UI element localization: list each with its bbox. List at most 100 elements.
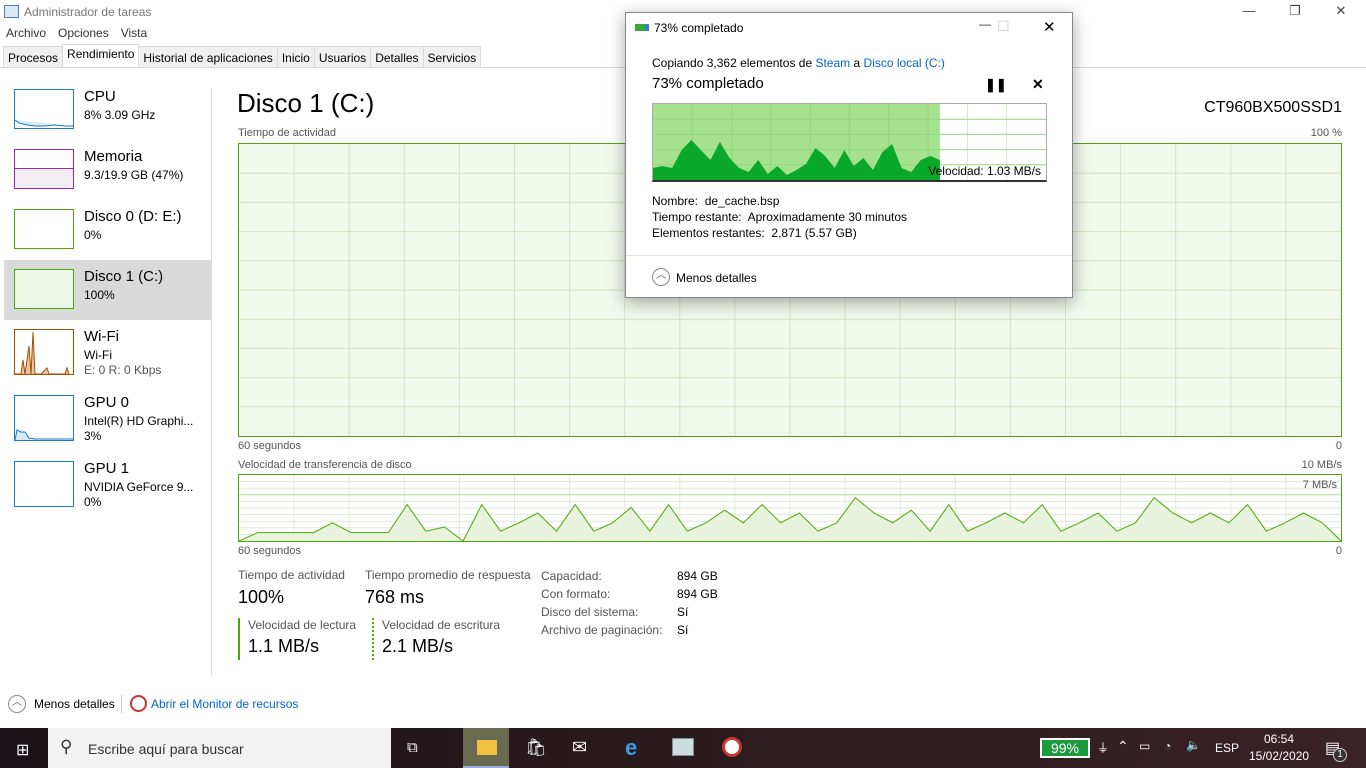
dialog-minimize-button[interactable]: —: [979, 17, 991, 31]
chevron-up-icon[interactable]: ⌃: [1117, 738, 1129, 755]
clock-date[interactable]: 15/02/2020: [1249, 749, 1309, 763]
restore-button[interactable]: ❐: [1272, 0, 1318, 24]
open-resource-monitor-link[interactable]: Abrir el Monitor de recursos: [151, 697, 298, 711]
cancel-copy-button[interactable]: ✕: [1032, 76, 1044, 93]
task-manager-icon: [4, 5, 19, 18]
write-speed-value: 2.1 MB/s: [382, 636, 454, 656]
prop-value: Sí: [677, 605, 689, 619]
tab-procesos[interactable]: Procesos: [3, 46, 64, 68]
disk-properties: Capacidad: 894 GB Con formato: 894 GB Disc…: [541, 567, 718, 639]
less-details-button[interactable]: Menos detalles: [34, 697, 115, 711]
sidebar-item-disco-1[interactable]: Disco 1 (C:) 100%: [4, 260, 212, 320]
disk1-thumbnail: [14, 269, 74, 309]
dialog-less-details-button[interactable]: Menos detalles: [676, 271, 757, 285]
sidebar-item-label: GPU 0: [84, 394, 130, 411]
tab-inicio[interactable]: Inicio: [276, 46, 315, 68]
progress-heading: 73% completado: [652, 75, 764, 92]
read-speed-label: Velocidad de lectura: [248, 618, 357, 632]
sidebar-item-wifi[interactable]: Wi-Fi Wi-Fi E: 0 R: 0 Kbps: [4, 320, 212, 386]
sidebar-item-value: 0%: [84, 228, 102, 242]
clock-time[interactable]: 06:54: [1264, 732, 1294, 746]
prop-value: 894 GB: [677, 587, 718, 601]
sidebar-item-label: Disco 0 (D: E:): [84, 208, 182, 225]
sidebar-item-value: 100%: [84, 288, 115, 302]
language-indicator[interactable]: ESP: [1215, 741, 1239, 755]
activity-stat-label: Tiempo de actividad: [238, 568, 345, 582]
sidebar-item-value: Intel(R) HD Graphi... 3%: [84, 414, 194, 443]
tab-detalles[interactable]: Detalles: [370, 46, 424, 68]
task-manager-taskbar-icon[interactable]: [672, 738, 694, 756]
tab-rendimiento[interactable]: Rendimiento: [62, 44, 140, 68]
activity-time-left: 60 segundos: [238, 440, 301, 452]
transfer-chart-label: Velocidad de transferencia de disco: [238, 459, 412, 471]
search-placeholder: Escribe aquí para buscar: [88, 741, 244, 757]
sidebar-item-gpu-1[interactable]: GPU 1 NVIDIA GeForce 9... 0%: [4, 452, 212, 518]
wifi-icon[interactable]: ◔: [1164, 739, 1171, 753]
prop-label: Archivo de paginación:: [541, 623, 663, 637]
copy-middle: a: [850, 56, 864, 70]
chevron-up-icon[interactable]: ︿: [8, 695, 26, 713]
sidebar: CPU 8% 3.09 GHz Memoria 9.3/19.9 GB (47%) …: [0, 80, 212, 518]
tab-bar: Procesos Rendimiento Historial de aplica…: [3, 44, 482, 68]
file-explorer-button[interactable]: [463, 728, 509, 768]
chevron-up-icon[interactable]: ︿: [652, 268, 670, 286]
mail-icon[interactable]: ✉: [572, 737, 587, 758]
battery-indicator[interactable]: 99%: [1040, 738, 1090, 758]
destination-link[interactable]: Disco local (C:): [863, 56, 944, 70]
window-title: Administrador de tareas: [24, 5, 152, 19]
speed-label: Velocidad: 1.03 MB/s: [928, 164, 1041, 178]
menu-opciones[interactable]: Opciones: [52, 24, 115, 42]
divider: [121, 695, 122, 713]
response-stat-label: Tiempo promedio de respuesta: [365, 568, 531, 582]
close-button[interactable]: ✕: [1318, 0, 1364, 24]
tab-historial[interactable]: Historial de aplicaciones: [138, 46, 278, 68]
menu-vista[interactable]: Vista: [115, 24, 153, 42]
write-speed: Velocidad de escritura 2.1 MB/s: [372, 618, 500, 660]
copy-description: Copiando 3,362 elementos de Steam a Disc…: [652, 56, 945, 70]
store-icon[interactable]: 🛍: [525, 738, 547, 758]
sidebar-item-value: 9.3/19.9 GB (47%): [84, 168, 184, 182]
search-box[interactable]: ⚲ Escribe aquí para buscar: [48, 728, 391, 768]
tab-servicios[interactable]: Servicios: [422, 46, 482, 68]
dialog-maximize-button[interactable]: ☐: [997, 18, 1010, 35]
pane-divider: [211, 88, 212, 676]
minimize-button[interactable]: —: [1226, 0, 1272, 24]
sidebar-item-disco-0[interactable]: Disco 0 (D: E:) 0%: [4, 200, 212, 260]
menu-bar: Archivo Opciones Vista: [0, 24, 153, 44]
task-view-icon[interactable]: ⧉: [407, 739, 418, 756]
disk-model: CT960BX500SSD1: [1204, 99, 1342, 116]
copy-icon: [635, 24, 649, 31]
dialog-close-button[interactable]: ✕: [1043, 18, 1056, 36]
time-remaining: Aproximadamente 30 minutos: [747, 210, 908, 224]
read-speed: Velocidad de lectura 1.1 MB/s: [238, 618, 356, 660]
write-speed-label: Velocidad de escritura: [382, 618, 501, 632]
pause-button[interactable]: ❚❚: [985, 77, 1007, 93]
source-link[interactable]: Steam: [815, 56, 850, 70]
prop-label: Con formato:: [541, 587, 611, 601]
items-label: Elementos restantes:: [652, 226, 765, 240]
sidebar-item-memoria[interactable]: Memoria 9.3/19.9 GB (47%): [4, 140, 212, 200]
transfer-mid-label: 7 MB/s: [1302, 479, 1337, 491]
sidebar-item-gpu-0[interactable]: GPU 0 Intel(R) HD Graphi... 3%: [4, 386, 212, 452]
windows-start-icon[interactable]: ⊞: [16, 740, 29, 760]
transfer-max-label: 10 MB/s: [1301, 459, 1342, 471]
cpu-thumbnail: [14, 89, 74, 129]
tab-usuarios[interactable]: Usuarios: [313, 46, 372, 68]
menu-archivo[interactable]: Archivo: [0, 24, 52, 42]
search-icon: ⚲: [60, 737, 73, 756]
sidebar-item-label: Memoria: [84, 148, 143, 165]
sidebar-item-cpu[interactable]: CPU 8% 3.09 GHz: [4, 80, 212, 140]
resource-monitor-taskbar-icon[interactable]: [722, 737, 742, 757]
activity-chart-label: Tiempo de actividad: [238, 127, 337, 139]
sidebar-item-label: Disco 1 (C:): [84, 268, 164, 285]
activity-stat-value: 100%: [238, 587, 285, 607]
power-icon[interactable]: ▭: [1139, 739, 1150, 753]
volume-icon[interactable]: 🔈: [1186, 738, 1201, 752]
prop-value: Sí: [677, 623, 689, 637]
prop-value: 894 GB: [677, 569, 718, 583]
wifi-thumbnail: [14, 329, 74, 375]
activity-max-label: 100 %: [1310, 127, 1342, 139]
name-label: Nombre:: [652, 194, 699, 208]
edge-icon[interactable]: e: [625, 735, 637, 761]
sidebar-item-value: Wi-Fi E: 0 R: 0 Kbps: [84, 348, 162, 377]
